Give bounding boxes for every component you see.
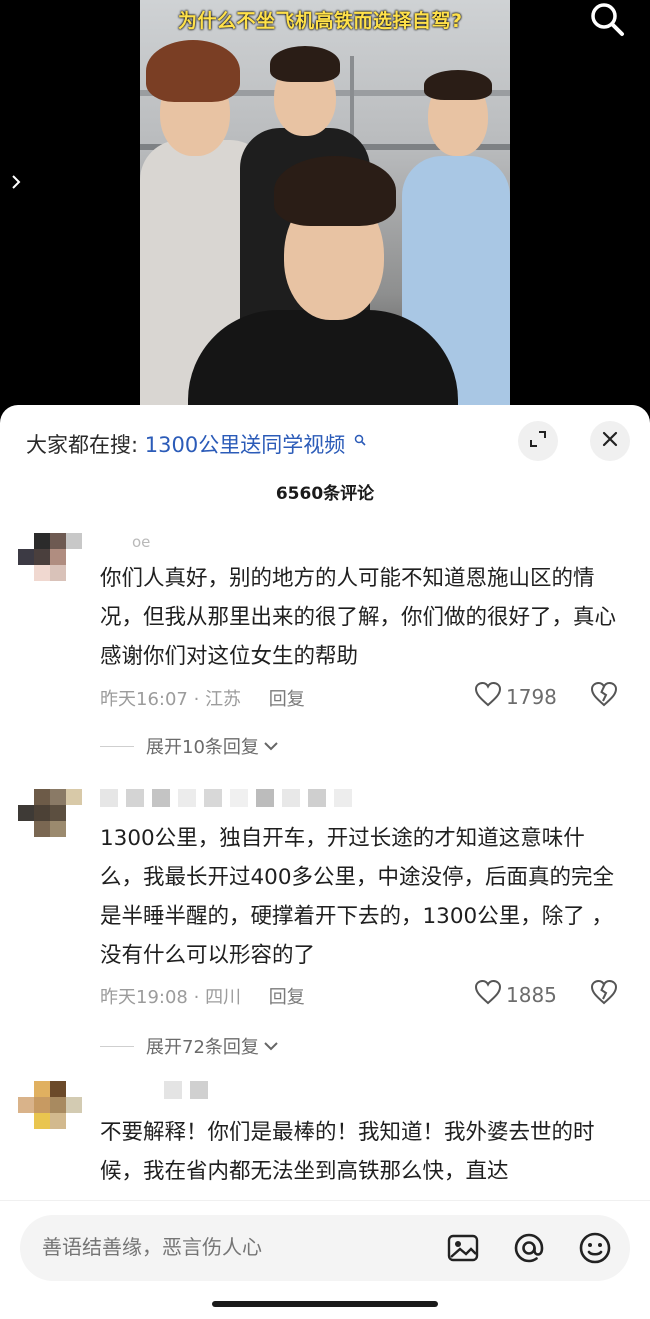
dislike-button[interactable]: [590, 979, 618, 1009]
reply-button[interactable]: 回复: [269, 987, 305, 1008]
username[interactable]: oe: [132, 533, 150, 551]
comment-location: 江苏: [205, 689, 242, 710]
chevron-right-icon[interactable]: [10, 172, 22, 196]
like-count: 1885: [506, 982, 557, 1007]
person-front: [188, 150, 458, 420]
comment-time: 昨天16:07: [100, 689, 188, 710]
comment-text: 你们人真好，别的地方的人可能不知道恩施山区的情况，但我从那里出来的很了解，你们做…: [100, 566, 617, 669]
comment-time: 昨天19:08: [100, 987, 188, 1008]
video-caption: 为什么不坐飞机高铁而选择自驾?: [178, 10, 463, 32]
broken-heart-icon: [590, 979, 618, 1009]
dislike-button[interactable]: [590, 681, 618, 711]
comment-location: 四川: [205, 987, 242, 1008]
expand-replies-label: 展开10条回复: [146, 737, 259, 758]
reply-button[interactable]: 回复: [269, 689, 305, 710]
comment-input-bar: [0, 1200, 650, 1319]
trending-search[interactable]: 大家都在搜: 1300公里送同学视频: [26, 427, 366, 459]
heart-icon: [474, 681, 502, 712]
comment-input-container[interactable]: [20, 1215, 630, 1281]
chevron-down-icon: [263, 736, 279, 757]
home-indicator: [212, 1301, 438, 1307]
comment-count: 6560条评论: [275, 484, 375, 504]
expand-replies[interactable]: 展开72条回复: [100, 1033, 279, 1059]
video-player[interactable]: 为什么不坐飞机高铁而选择自驾?: [0, 0, 650, 420]
search-icon[interactable]: [588, 0, 628, 40]
close-icon: [601, 430, 619, 452]
sheet-header: 大家都在搜: 1300公里送同学视频: [0, 405, 650, 475]
comment-sheet: 大家都在搜: 1300公里送同学视频 6560条评论 oe 你们人真好，别的地方…: [0, 405, 650, 1319]
comment-meta: 昨天19:08 · 四川 回复: [100, 987, 305, 1008]
username[interactable]: [164, 1081, 216, 1103]
at-icon[interactable]: [512, 1231, 546, 1265]
heart-icon: [474, 979, 502, 1010]
avatar[interactable]: [18, 533, 82, 591]
trending-search-query[interactable]: 1300公里送同学视频: [145, 433, 345, 457]
video-frame[interactable]: 为什么不坐飞机高铁而选择自驾?: [140, 0, 510, 420]
trending-search-prefix: 大家都在搜:: [26, 433, 139, 457]
avatar[interactable]: [18, 789, 82, 847]
expand-replies-label: 展开72条回复: [146, 1037, 259, 1058]
chevron-down-icon: [263, 1036, 279, 1057]
username[interactable]: [100, 789, 360, 811]
close-button[interactable]: [590, 421, 630, 461]
like-count: 1798: [506, 684, 557, 709]
like-button[interactable]: 1885: [474, 979, 557, 1010]
expand-replies[interactable]: 展开10条回复: [100, 733, 279, 759]
expand-button[interactable]: [518, 421, 558, 461]
search-icon: [354, 427, 366, 446]
broken-heart-icon: [590, 681, 618, 711]
comment-text: 不要解释！你们是最棒的！我知道！我外婆去世的时候，我在省内都无法坐到高铁那么快，…: [100, 1120, 595, 1184]
comment-text: 1300公里，独自开车，开过长途的才知道这意味什么，我最长开过400多公里，中途…: [100, 826, 615, 968]
image-icon[interactable]: [446, 1231, 480, 1265]
like-button[interactable]: 1798: [474, 681, 557, 712]
expand-icon: [528, 429, 548, 453]
emoji-icon[interactable]: [578, 1231, 612, 1265]
comment-input[interactable]: [42, 1235, 342, 1259]
comment-meta: 昨天16:07 · 江苏 回复: [100, 689, 305, 710]
avatar[interactable]: [18, 1081, 82, 1139]
